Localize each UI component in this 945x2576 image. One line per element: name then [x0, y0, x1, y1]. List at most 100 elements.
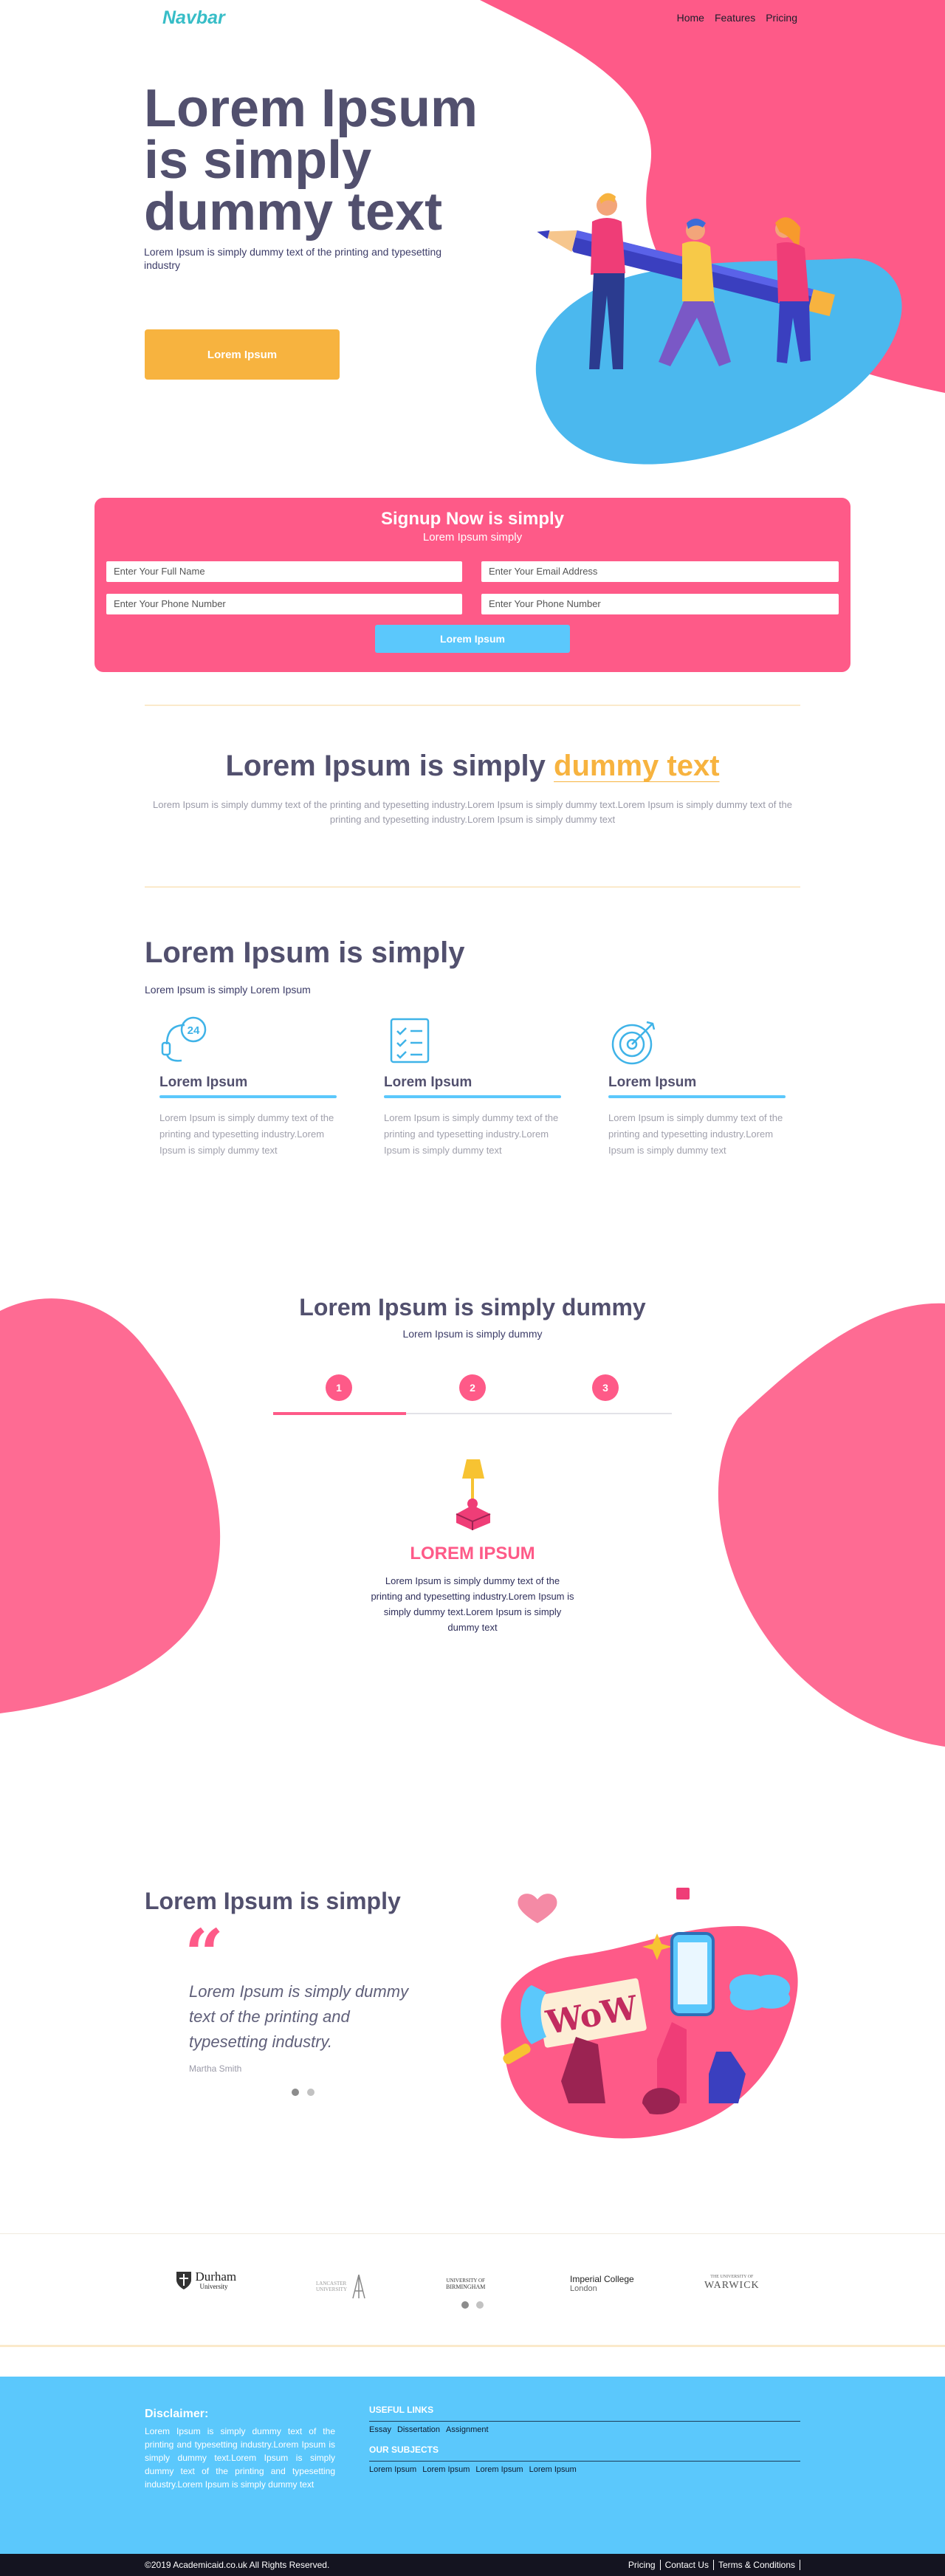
footer-link-assignment[interactable]: Assignment: [446, 2425, 488, 2434]
step-tab-3[interactable]: 3: [592, 1374, 619, 1401]
tower-icon: [352, 2274, 366, 2299]
subject-link[interactable]: Lorem Ipsum: [369, 2465, 416, 2474]
feature-name: Lorem Ipsum: [384, 1075, 472, 1090]
bottom-link-pricing[interactable]: Pricing: [624, 2560, 661, 2570]
wow-illustration: WoW: [501, 1888, 798, 2139]
partner-logo-imperial: Imperial College London: [570, 2274, 634, 2294]
logo-sub: WARWICK: [704, 2280, 760, 2291]
lamp-icon: [456, 1459, 491, 1530]
phone-input[interactable]: Enter Your Phone Number: [106, 594, 462, 614]
footer-divider: [369, 2461, 800, 2462]
signup-title: Signup Now is simply: [380, 509, 565, 529]
partner-logo-strip: [0, 2233, 945, 2347]
checklist-icon: [390, 1018, 430, 1063]
signup-subtitle: Lorem Ipsum simply: [422, 531, 523, 544]
hero-cta-button[interactable]: Lorem Ipsum: [145, 329, 340, 380]
feature-card: 24 Lorem Ipsum Lorem Ipsum is simply dum…: [159, 1015, 337, 1159]
carousel-dot-1[interactable]: [292, 2089, 299, 2096]
intro-description: Lorem Ipsum is simply dummy text of the …: [152, 799, 792, 825]
testimonial-author: Martha Smith: [189, 2063, 242, 2074]
nav-link-pricing[interactable]: Pricing: [766, 12, 797, 24]
feature-card: Lorem Ipsum Lorem Ipsum is simply dummy …: [608, 1015, 786, 1159]
bottom-links: Pricing Contact Us Terms & Conditions: [624, 2560, 800, 2570]
divider: [145, 705, 800, 706]
subject-link[interactable]: Lorem Ipsum: [475, 2465, 523, 2474]
intro-title-accent: dummy text: [554, 750, 720, 782]
brand-logo[interactable]: Navbar: [162, 7, 225, 29]
logo-name: UNIVERSITY OF: [446, 2278, 485, 2284]
feature-underline: [159, 1095, 337, 1098]
step-active-indicator: [273, 1412, 406, 1415]
logo-sub: University: [199, 2283, 228, 2290]
partner-logo-lancaster: LANCASTER UNIVERSITY: [316, 2273, 368, 2300]
divider: [145, 886, 800, 888]
logo-name: Durham: [195, 2270, 237, 2284]
step-tab-2[interactable]: 2: [459, 1374, 486, 1401]
bottom-bar: ©2019 Academicaid.co.uk All Rights Reser…: [0, 2554, 945, 2576]
testimonial-title: Lorem Ipsum is simply: [145, 1888, 401, 1914]
step-item-title: LOREM IPSUM: [410, 1544, 535, 1563]
shield-icon: [176, 2272, 191, 2289]
disclaimer-title: Disclaimer:: [145, 2408, 209, 2420]
signup-card: Signup Now is simply Lorem Ipsum simply …: [94, 498, 850, 672]
feature-name: Lorem Ipsum: [608, 1075, 697, 1090]
intro-title-main: Lorem Ipsum is simply: [225, 750, 554, 782]
partner-logo-birmingham: UNIVERSITY OF BIRMINGHAM: [446, 2278, 485, 2290]
footer-link-dissertation[interactable]: Dissertation: [397, 2425, 440, 2434]
partner-logo-durham: Durham University: [176, 2270, 237, 2290]
useful-links-title: USEFUL LINKS: [369, 2405, 434, 2415]
hero-subtitle: Lorem Ipsum is simply dummy text of the …: [144, 246, 442, 271]
logo-sub: UNIVERSITY: [316, 2286, 347, 2292]
logo-name: Imperial College: [570, 2274, 634, 2284]
feature-underline: [608, 1095, 786, 1098]
testimonial-quote: Lorem Ipsum is simply dummy text of the …: [189, 1982, 409, 2051]
right-pink-blob: [718, 1303, 945, 1747]
logo-sub: BIRMINGHAM: [446, 2284, 486, 2290]
intro-title: Lorem Ipsum is simply dummy text: [0, 750, 945, 783]
feature-text: Lorem Ipsum is simply dummy text of the …: [608, 1112, 783, 1156]
left-pink-blob: [0, 1298, 221, 1713]
logo-carousel-dot-2[interactable]: [476, 2301, 484, 2309]
signup-submit-button[interactable]: Lorem Ipsum: [375, 625, 570, 653]
feature-text: Lorem Ipsum is simply dummy text of the …: [384, 1112, 559, 1156]
feature-underline: [384, 1095, 561, 1098]
subject-link[interactable]: Lorem Ipsum: [422, 2465, 470, 2474]
subjects-title: OUR SUBJECTS: [369, 2445, 439, 2455]
subject-link[interactable]: Lorem Ipsum: [529, 2465, 577, 2474]
step-tab-1[interactable]: 1: [326, 1374, 352, 1401]
features-title: Lorem Ipsum is simply: [145, 936, 465, 969]
disclaimer-text: Lorem Ipsum is simply dummy text of the …: [145, 2426, 335, 2490]
support-24-icon: 24: [161, 1016, 207, 1062]
footer-divider: [369, 2421, 800, 2422]
logo-sub: London: [570, 2284, 597, 2293]
hero-illustration: [537, 193, 835, 369]
nav-link-features[interactable]: Features: [715, 12, 755, 24]
useful-links: Essay Dissertation Assignment: [369, 2425, 489, 2434]
feature-card: Lorem Ipsum Lorem Ipsum is simply dummy …: [384, 1015, 561, 1159]
main-nav: Home Features Pricing: [677, 12, 797, 24]
email-input[interactable]: Enter Your Email Address: [481, 561, 839, 582]
steps-title: Lorem Ipsum is simply dummy: [299, 1294, 646, 1320]
footer-link-essay[interactable]: Essay: [369, 2425, 391, 2434]
feature-name: Lorem Ipsum: [159, 1075, 248, 1090]
svg-text:24: 24: [188, 1024, 200, 1037]
bottom-link-terms[interactable]: Terms & Conditions: [714, 2560, 800, 2570]
logo-carousel-dot-1[interactable]: [461, 2301, 469, 2309]
quote-icon: “: [185, 1914, 224, 1994]
copyright: ©2019 Academicaid.co.uk All Rights Reser…: [145, 2560, 330, 2570]
subject-links: Lorem Ipsum Lorem Ipsum Lorem Ipsum Lore…: [369, 2465, 577, 2474]
logo-name: THE UNIVERSITY OF: [710, 2275, 754, 2279]
feature-text: Lorem Ipsum is simply dummy text of the …: [159, 1112, 334, 1156]
steps-subtitle: Lorem Ipsum is simply dummy: [402, 1328, 543, 1340]
bottom-link-contact[interactable]: Contact Us: [661, 2560, 714, 2570]
partner-logo-warwick: THE UNIVERSITY OF WARWICK: [704, 2275, 760, 2291]
target-icon: [611, 1021, 656, 1065]
carousel-dot-2[interactable]: [307, 2089, 315, 2096]
logo-name: LANCASTER: [316, 2281, 347, 2286]
hero-title: Lorem Ipsum is simply dummy text: [144, 79, 478, 242]
step-item-text: Lorem Ipsum is simply dummy text of the …: [371, 1575, 574, 1633]
features-subtitle: Lorem Ipsum is simply Lorem Ipsum: [145, 984, 311, 996]
full-name-input[interactable]: Enter Your Full Name: [106, 561, 462, 582]
phone-input-secondary[interactable]: Enter Your Phone Number: [481, 594, 839, 614]
nav-link-home[interactable]: Home: [677, 12, 704, 24]
